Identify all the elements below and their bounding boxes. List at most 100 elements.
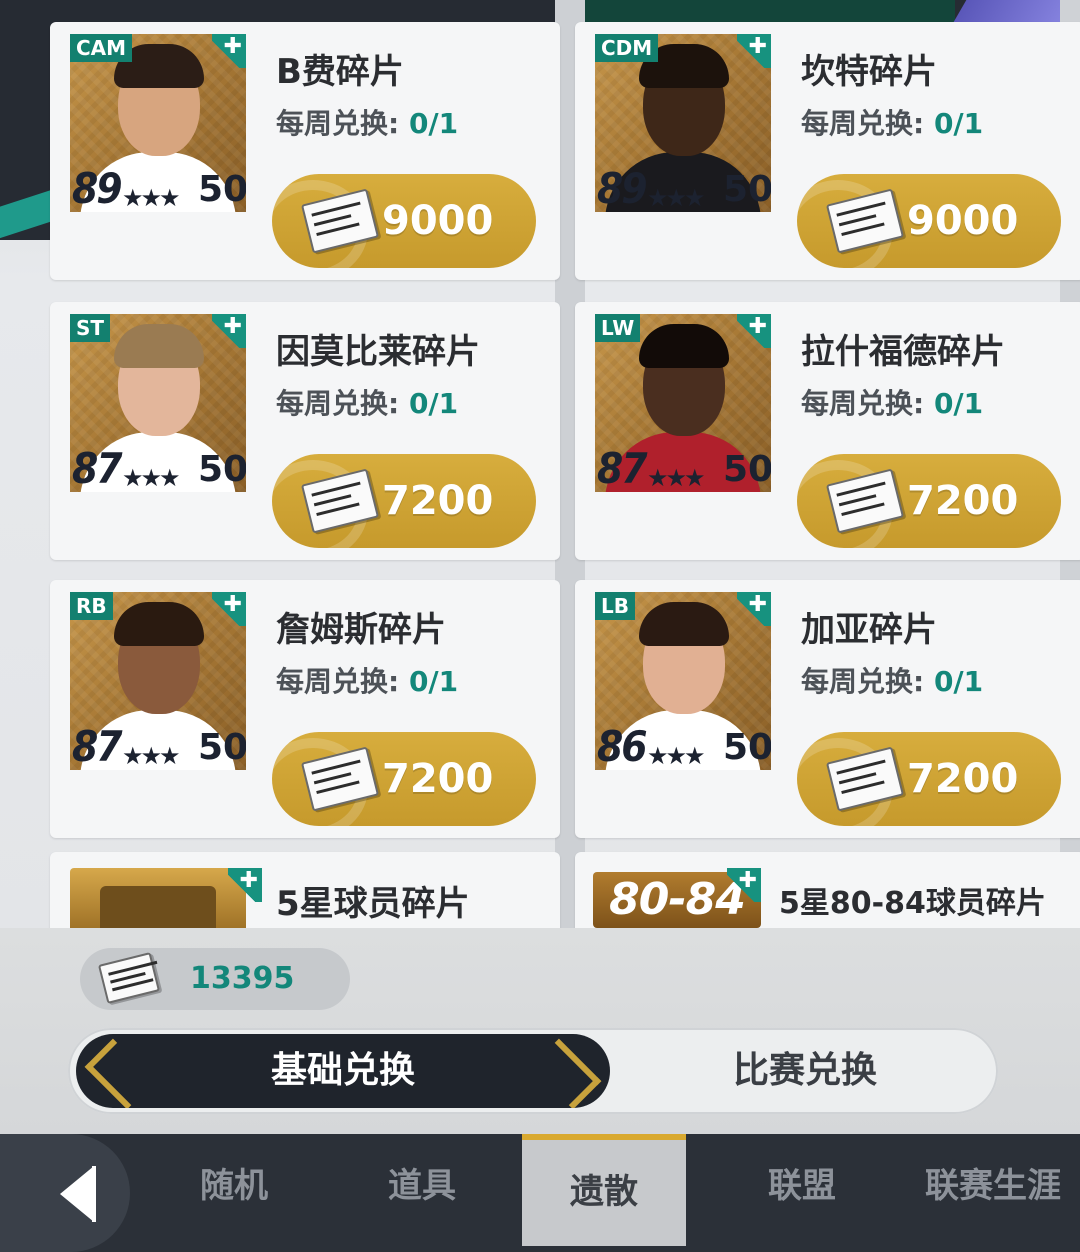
tab-items[interactable]: 道具 xyxy=(338,1134,506,1252)
player-portrait: ST ✚ 87 ★★★ 50 xyxy=(70,314,246,492)
star-rating: ★★★ xyxy=(647,464,706,492)
position-badge: LB xyxy=(595,592,635,620)
player-portrait: LW ✚ 87 ★★★ 50 xyxy=(595,314,771,492)
currency-amount: 13395 xyxy=(190,961,295,996)
player-portrait: CDM ✚ 89 ★★★ 50 xyxy=(595,34,771,212)
card-name: 5星球员碎片 xyxy=(276,884,470,924)
player-level: 50 xyxy=(723,727,771,768)
weekly-count: 0/1 xyxy=(408,107,459,140)
star-rating: ★★★ xyxy=(647,184,706,212)
price-value: 7200 xyxy=(382,478,494,524)
exchange-button[interactable]: 7200 xyxy=(272,454,536,548)
weekly-count: 0/1 xyxy=(408,387,459,420)
bottom-tab-bar: 随机 道具 遗散 联盟 联赛生涯 xyxy=(0,1134,1080,1252)
player-hair xyxy=(114,324,204,368)
player-rating: 87 xyxy=(72,444,123,492)
tab-match-exchange[interactable]: 比赛兑换 xyxy=(618,1034,992,1108)
puzzle-icon: ✚ xyxy=(737,592,771,626)
player-shard-card[interactable]: CDM ✚ 89 ★★★ 50 坎特碎片 每周兑换: 0/1 9000 xyxy=(575,22,1080,280)
position-badge: LW xyxy=(595,314,641,342)
player-shard-card[interactable]: CAM ✚ 89 ★★★ 50 B费碎片 每周兑换: 0/1 9000 xyxy=(50,22,560,280)
card-name: 詹姆斯碎片 xyxy=(276,610,446,650)
tab-league[interactable]: 联盟 xyxy=(718,1134,886,1252)
weekly-count: 0/1 xyxy=(933,387,984,420)
back-button[interactable] xyxy=(0,1134,130,1252)
player-rating: 87 xyxy=(597,444,648,492)
player-level: 50 xyxy=(723,449,771,490)
price-value: 9000 xyxy=(382,198,494,244)
tab-legacy[interactable]: 遗散 xyxy=(522,1134,686,1246)
puzzle-icon: ✚ xyxy=(212,314,246,348)
back-arrow-icon xyxy=(60,1166,94,1222)
tab-random[interactable]: 随机 xyxy=(150,1134,318,1252)
exchange-button[interactable]: 9000 xyxy=(797,174,1061,268)
exchange-button[interactable]: 7200 xyxy=(797,732,1061,826)
star-rating: ★★★ xyxy=(122,742,181,770)
currency-balance: 13395 xyxy=(80,948,350,1010)
position-badge: RB xyxy=(70,592,113,620)
chest-icon xyxy=(70,868,246,932)
shard-card-5star-80-84[interactable]: 80-84 ✚ 5星80-84球员碎片 xyxy=(575,852,1080,932)
player-portrait: CAM ✚ 89 ★★★ 50 xyxy=(70,34,246,212)
player-shard-card[interactable]: LW ✚ 87 ★★★ 50 拉什福德碎片 每周兑换: 0/1 7200 xyxy=(575,302,1080,560)
price-value: 7200 xyxy=(382,756,494,802)
weekly-limit: 每周兑换: 0/1 xyxy=(801,382,983,422)
player-hair xyxy=(639,602,729,646)
card-name: 加亚碎片 xyxy=(801,610,937,650)
puzzle-icon: ✚ xyxy=(212,592,246,626)
card-name: 坎特碎片 xyxy=(801,52,937,92)
puzzle-icon: ✚ xyxy=(737,314,771,348)
weekly-limit: 每周兑换: 0/1 xyxy=(276,382,458,422)
weekly-label: 每周兑换: xyxy=(276,107,400,140)
player-level: 50 xyxy=(198,169,246,210)
exchange-panel: 13395 基础兑换 比赛兑换 xyxy=(0,928,1080,1134)
puzzle-icon: ✚ xyxy=(727,868,761,902)
price-value: 9000 xyxy=(907,198,1019,244)
price-value: 7200 xyxy=(907,478,1019,524)
weekly-count: 0/1 xyxy=(408,665,459,698)
player-rating: 87 xyxy=(72,722,123,770)
weekly-label: 每周兑换: xyxy=(801,107,925,140)
player-level: 50 xyxy=(723,169,771,210)
exchange-button[interactable]: 7200 xyxy=(797,454,1061,548)
weekly-label: 每周兑换: xyxy=(801,665,925,698)
exchange-button[interactable]: 7200 xyxy=(272,732,536,826)
position-badge: CDM xyxy=(595,34,659,62)
weekly-label: 每周兑换: xyxy=(276,665,400,698)
player-hair xyxy=(114,602,204,646)
back-arrow-icon xyxy=(92,1166,96,1222)
puzzle-icon: ✚ xyxy=(212,34,246,68)
weekly-limit: 每周兑换: 0/1 xyxy=(801,102,983,142)
player-rating: 89 xyxy=(597,164,648,212)
puzzle-icon: ✚ xyxy=(228,868,262,902)
exchange-button[interactable]: 9000 xyxy=(272,174,536,268)
star-rating: ★★★ xyxy=(122,184,181,212)
puzzle-icon: ✚ xyxy=(737,34,771,68)
card-name: 拉什福德碎片 xyxy=(801,332,1005,372)
ticket-icon xyxy=(97,952,161,1004)
shard-card-5star[interactable]: ✚ 5星球员碎片 xyxy=(50,852,560,932)
tab-basic-exchange[interactable]: 基础兑换 xyxy=(76,1034,610,1108)
exchange-switch: 基础兑换 比赛兑换 xyxy=(68,1028,998,1114)
player-shard-card[interactable]: ST ✚ 87 ★★★ 50 因莫比莱碎片 每周兑换: 0/1 7200 xyxy=(50,302,560,560)
card-name: 5星80-84球员碎片 xyxy=(779,886,1046,921)
player-portrait: LB ✚ 86 ★★★ 50 xyxy=(595,592,771,770)
card-name: B费碎片 xyxy=(276,52,404,92)
player-hair xyxy=(639,324,729,368)
player-rating: 86 xyxy=(597,722,648,770)
weekly-label: 每周兑换: xyxy=(801,387,925,420)
weekly-count: 0/1 xyxy=(933,665,984,698)
star-rating: ★★★ xyxy=(647,742,706,770)
weekly-limit: 每周兑换: 0/1 xyxy=(276,102,458,142)
card-name: 因莫比莱碎片 xyxy=(276,332,480,372)
tab-career[interactable]: 联赛生涯 xyxy=(906,1134,1080,1252)
player-rating: 89 xyxy=(72,164,123,212)
weekly-count: 0/1 xyxy=(933,107,984,140)
star-rating: ★★★ xyxy=(122,464,181,492)
player-shard-card[interactable]: RB ✚ 87 ★★★ 50 詹姆斯碎片 每周兑换: 0/1 7200 xyxy=(50,580,560,838)
position-badge: ST xyxy=(70,314,111,342)
weekly-label: 每周兑换: xyxy=(276,387,400,420)
player-portrait: RB ✚ 87 ★★★ 50 xyxy=(70,592,246,770)
player-level: 50 xyxy=(198,727,246,768)
player-shard-card[interactable]: LB ✚ 86 ★★★ 50 加亚碎片 每周兑换: 0/1 7200 xyxy=(575,580,1080,838)
